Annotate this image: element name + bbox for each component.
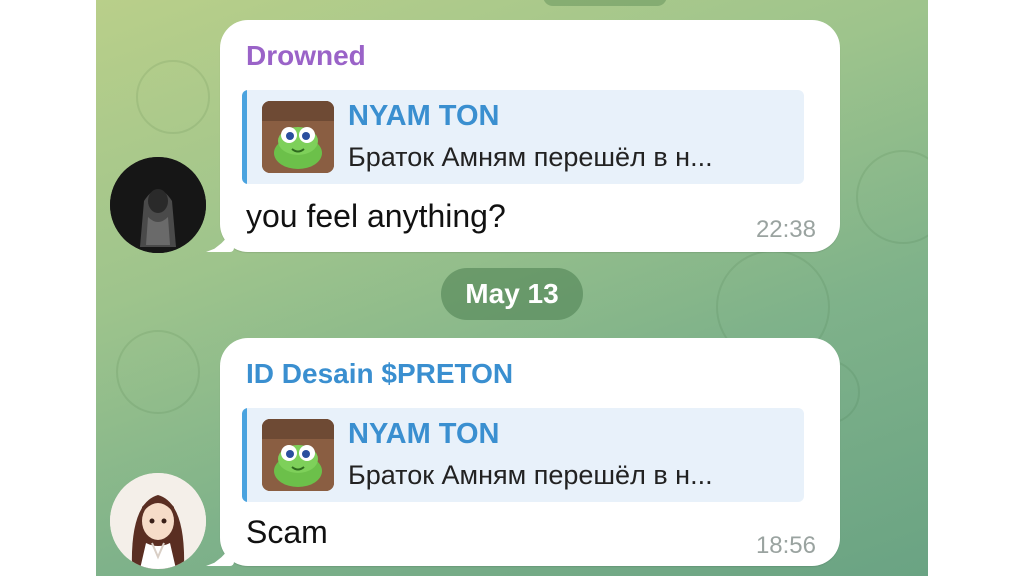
anime-girl-avatar-icon bbox=[110, 473, 206, 569]
previous-date-pill bbox=[543, 0, 667, 6]
reply-title: NYAM TON bbox=[348, 418, 500, 450]
date-separator: May 13 bbox=[441, 268, 583, 320]
message-text: you feel anything? bbox=[246, 198, 506, 234]
reply-preview[interactable]: NYAM TON Браток Амням перешёл в н... bbox=[242, 90, 804, 184]
reply-thumbnail bbox=[262, 101, 334, 173]
avatar[interactable] bbox=[110, 157, 206, 253]
message-time: 22:38 bbox=[755, 216, 816, 243]
background-doodle bbox=[136, 60, 210, 134]
background-doodle bbox=[856, 150, 928, 244]
message-text: Scam bbox=[246, 514, 328, 550]
reply-text: Браток Амням перешёл в н... bbox=[348, 460, 713, 490]
reply-accent-bar bbox=[242, 90, 247, 184]
reply-title: NYAM TON bbox=[348, 100, 500, 132]
sender-name[interactable]: Drowned bbox=[246, 40, 366, 72]
reply-preview[interactable]: NYAM TON Браток Амням перешёл в н... bbox=[242, 408, 804, 502]
green-monster-icon bbox=[262, 101, 334, 173]
background-doodle bbox=[116, 330, 200, 414]
green-monster-icon bbox=[262, 419, 334, 491]
sender-name[interactable]: ID Desain $PRETON bbox=[246, 358, 513, 390]
message-bubble[interactable]: Drowned NYAM TON Браток Амням перешёл в … bbox=[206, 20, 840, 252]
avatar[interactable] bbox=[110, 473, 206, 569]
reply-thumbnail bbox=[262, 419, 334, 491]
reply-text: Браток Амням перешёл в н... bbox=[348, 142, 713, 172]
reply-accent-bar bbox=[242, 408, 247, 502]
message-bubble[interactable]: ID Desain $PRETON NYAM TON Браток Амням … bbox=[206, 338, 840, 566]
message-time: 18:56 bbox=[755, 532, 816, 559]
dark-hooded-figure-avatar-icon bbox=[110, 157, 206, 253]
